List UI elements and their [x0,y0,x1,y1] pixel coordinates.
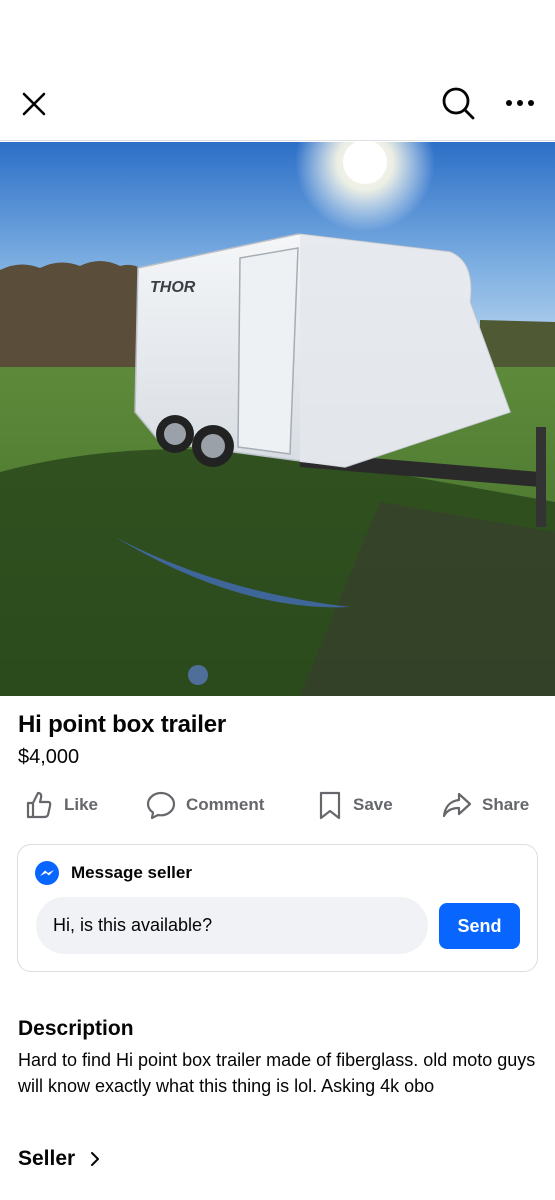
description-heading: Description [18,1017,134,1040]
more-icon[interactable] [503,92,537,114]
description-text: Hard to find Hi point box trailer made o… [18,1050,536,1096]
comment-icon [146,791,176,820]
message-seller-header: Message seller [35,861,192,885]
listing-photo[interactable]: THOR [0,142,555,696]
svg-text:THOR: THOR [150,279,196,296]
save-button[interactable]: Save [317,782,393,828]
save-label: Save [353,795,393,814]
comment-label: Comment [186,795,265,814]
share-label: Share [482,795,530,814]
seller-section-link[interactable]: Seller [18,1147,101,1171]
listing-title: Hi point box trailer [18,711,227,738]
share-button[interactable]: Share [442,782,529,828]
like-button[interactable]: Like [24,782,98,828]
thumbs-up-icon [26,791,52,819]
message-seller-card: Message seller Hi, is this available? Se… [17,844,538,972]
comment-button[interactable]: Comment [146,782,264,828]
listing-price: $4,000 [18,746,80,768]
chevron-right-icon [91,1152,100,1166]
share-icon [442,792,472,818]
seller-heading: Seller [18,1147,76,1170]
message-input[interactable]: Hi, is this available? [36,897,428,954]
top-bar [0,0,555,141]
send-button[interactable]: Send [439,903,520,949]
message-seller-title: Message seller [71,863,192,882]
like-label: Like [64,795,99,814]
action-row: Like Comment Save Share [0,782,555,828]
close-icon[interactable] [18,88,50,120]
search-icon[interactable] [440,85,476,121]
bookmark-icon [319,791,341,820]
messenger-icon [35,861,59,885]
